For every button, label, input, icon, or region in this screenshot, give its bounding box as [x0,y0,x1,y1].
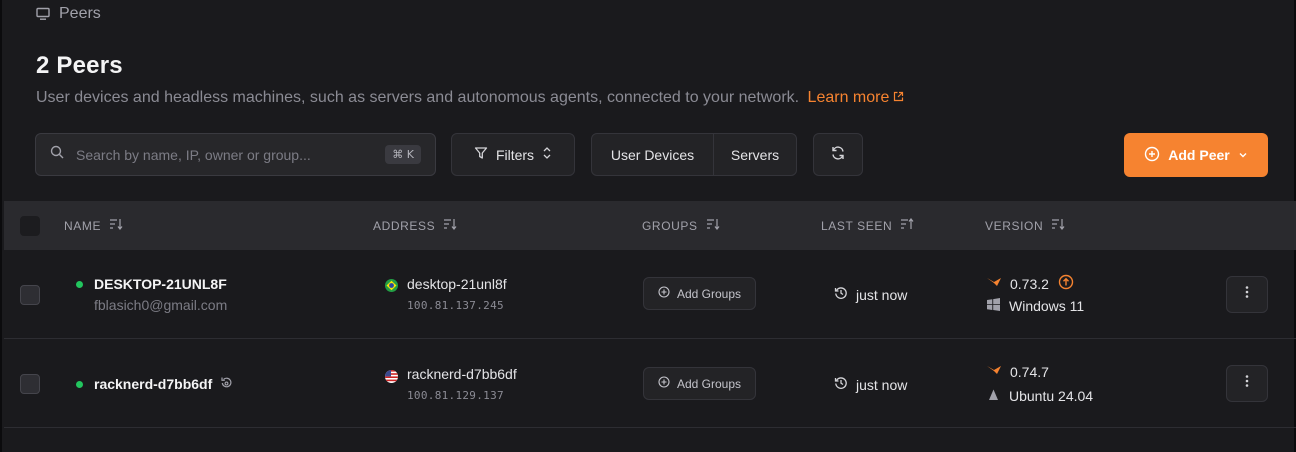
column-version[interactable]: VERSION [985,201,1065,250]
peer-type-toggle: User Devices Servers [591,133,797,176]
version: 0.74.7 [987,364,1049,380]
peer-ip[interactable]: 100.81.129.137 [407,389,504,402]
add-groups-button[interactable]: Add Groups [643,277,756,310]
update-available-icon[interactable] [1058,274,1074,293]
peer-hostname[interactable]: desktop-21unl8f [407,276,507,292]
online-status-dot [76,281,83,288]
filters-label: Filters [495,146,535,163]
windows-icon [987,298,1000,314]
row-actions-button[interactable] [1226,276,1268,313]
column-address[interactable]: ADDRESS [373,201,457,250]
chevron-up-down-icon [542,146,552,163]
sort-icon [706,218,720,233]
add-peer-button[interactable]: Add Peer [1124,133,1268,177]
online-status-dot [76,381,83,388]
search-input[interactable] [76,146,386,163]
segment-servers[interactable]: Servers [714,134,796,175]
table-row[interactable]: racknerd-d7bb6df racknerd-d7bb6df 100.81… [4,339,1296,428]
plus-circle-icon [658,376,670,391]
peer-name[interactable]: racknerd-d7bb6df [94,376,233,392]
netbird-icon [987,364,1001,380]
table-row[interactable]: DESKTOP-21UNL8F fblasich0@gmail.com desk… [4,250,1296,339]
column-groups-label: GROUPS [642,218,698,233]
row-actions-button[interactable] [1226,365,1268,402]
column-last-seen[interactable]: LAST SEEN [821,201,914,250]
search-shortcut: ⌘ K [385,145,421,164]
column-name[interactable]: NAME [64,201,123,250]
row-checkbox[interactable] [20,285,40,305]
search-icon [50,145,64,164]
peer-ip[interactable]: 100.81.137.245 [407,299,504,312]
refresh-button[interactable] [813,133,863,176]
peers-page: Peers 2 Peers User devices and headless … [0,0,1296,452]
breadcrumb[interactable]: Peers [36,4,101,24]
history-icon [834,286,848,303]
chevron-down-icon [1238,147,1248,163]
last-seen: just now [834,286,907,303]
sort-icon [1051,218,1065,233]
breadcrumb-label: Peers [59,5,101,22]
plus-circle-icon [658,286,670,301]
table-header: NAME ADDRESS GROUPS LAST SEEN VERSION [4,201,1296,250]
os-label: Windows 11 [1009,298,1085,314]
version: 0.73.2 [987,274,1074,293]
add-groups-button[interactable]: Add Groups [643,367,756,400]
operating-system: Ubuntu 24.04 [987,388,1093,404]
row-checkbox[interactable] [20,374,40,394]
us-flag-icon [385,370,398,383]
column-last-seen-label: LAST SEEN [821,218,893,233]
ssh-session-icon [220,376,233,392]
column-address-label: ADDRESS [373,218,436,233]
sort-ascending-icon [900,218,914,233]
subtitle-text: User devices and headless machines, such… [36,89,800,106]
version-label: 0.74.7 [1010,364,1049,380]
sort-icon [109,218,123,233]
add-groups-label: Add Groups [676,376,742,391]
column-groups[interactable]: GROUPS [642,201,720,250]
last-seen: just now [834,376,907,393]
search-box[interactable]: ⌘ K [35,133,436,176]
last-seen-label: just now [856,286,908,303]
more-vertical-icon [1245,374,1249,393]
learn-more-label: Learn more [807,89,890,106]
column-name-label: NAME [64,218,102,233]
plus-circle-icon [1144,146,1160,165]
history-icon [834,376,848,393]
version-label: 0.73.2 [1010,275,1049,292]
peer-name-label: racknerd-d7bb6df [94,376,213,392]
brazil-flag-icon [385,279,398,292]
add-peer-label: Add Peer [1168,147,1230,163]
segment-user-devices[interactable]: User Devices [592,134,714,175]
operating-system: Windows 11 [987,298,1084,314]
page-title: 2 Peers [36,52,123,79]
external-link-icon [893,89,904,107]
select-all-checkbox[interactable] [20,216,40,236]
last-seen-label: just now [856,376,908,393]
peer-name-label: DESKTOP-21UNL8F [94,276,227,292]
learn-more-link[interactable]: Learn more [808,89,905,107]
peer-email: fblasich0@gmail.com [94,297,228,313]
linux-icon [987,388,1000,404]
filters-button[interactable]: Filters [451,133,575,176]
filter-icon [474,146,488,163]
refresh-icon [830,145,846,164]
peer-name[interactable]: DESKTOP-21UNL8F [94,276,227,292]
more-vertical-icon [1245,285,1249,304]
sort-icon [443,218,457,233]
peer-hostname[interactable]: racknerd-d7bb6df [407,366,517,382]
page-subtitle: User devices and headless machines, such… [36,89,904,107]
netbird-icon [987,276,1001,292]
add-groups-label: Add Groups [676,286,742,301]
os-label: Ubuntu 24.04 [1009,388,1094,404]
column-version-label: VERSION [985,218,1044,233]
monitor-icon [36,7,50,21]
